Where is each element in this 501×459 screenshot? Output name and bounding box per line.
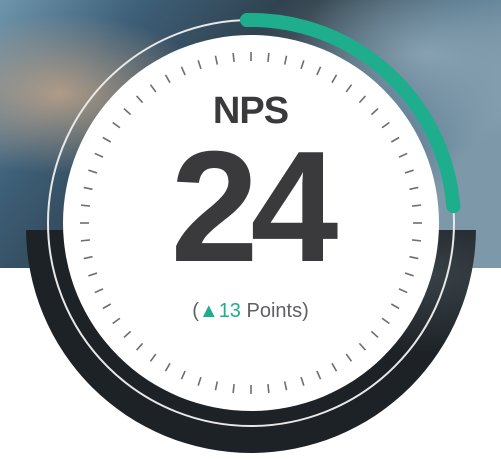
change-close-paren: ) [302, 300, 309, 322]
score-change: (▲13 Points) [0, 300, 501, 323]
up-arrow-icon: ▲ [198, 300, 219, 322]
change-open-paren: ( [192, 300, 199, 322]
dial-tick [267, 52, 270, 62]
dial-tick [232, 52, 235, 62]
nps-score: 24 [170, 119, 339, 295]
change-value: 13 [218, 300, 241, 322]
change-unit: Points [246, 300, 303, 322]
dial-tick [232, 384, 235, 394]
nps-widget: NPS 24 (▲13 Points) [0, 0, 501, 454]
dial-tick [267, 384, 270, 394]
